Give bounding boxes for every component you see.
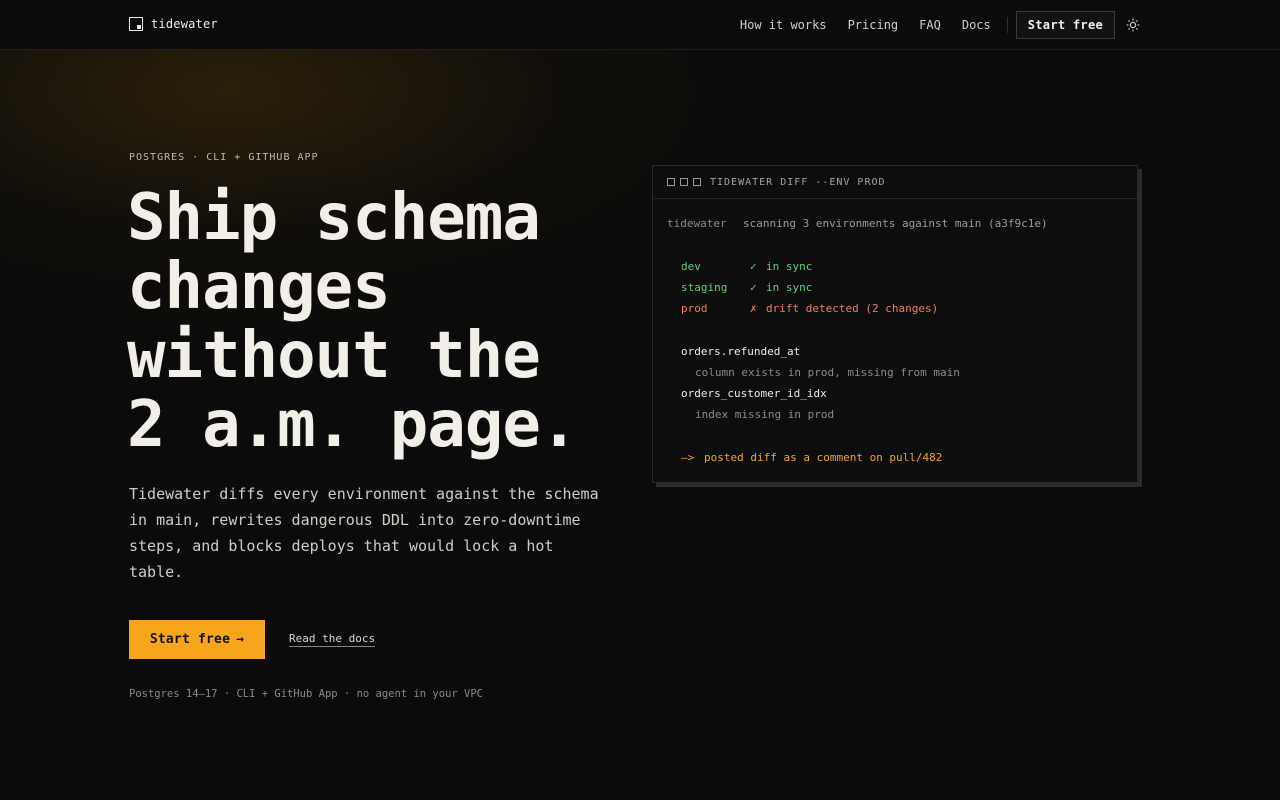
window-control-icon [693,178,701,186]
terminal-footer-text: posted diff as a comment on pull/482 [704,451,943,464]
nav-faq[interactable]: FAQ [919,11,941,39]
cross-icon: ✗ [750,302,757,315]
read-docs-link[interactable]: Read the docs [289,632,376,647]
start-free-label: Start free [149,632,231,647]
arrow-right-icon: → [236,632,245,647]
headline-line: 2 a.m. page. [127,388,578,462]
hero-description: Tidewater diffs every environment agains… [129,485,599,581]
hero-headline: Ship schema changes without the 2 a.m. p… [127,184,647,460]
headline-line: Ship schema [127,181,541,255]
env-name: dev [681,260,701,273]
sun-icon[interactable] [1126,18,1140,32]
nav-start-free-button[interactable]: Start free [1015,11,1115,39]
check-icon: ✓ [750,281,757,294]
hero-footnote: Postgres 14–17 · CLI + GitHub App · no a… [129,688,484,700]
change-detail: index missing in prod [695,408,835,421]
window-control-icon [680,178,688,186]
check-icon: ✓ [750,260,757,273]
nav-divider [1006,17,1008,33]
terminal-title: TIDEWATER DIFF --ENV PROD [710,176,886,188]
window-control-icon [667,178,675,186]
terminal-titlebar: TIDEWATER DIFF --ENV PROD [653,166,1137,199]
terminal-window: TIDEWATER DIFF --ENV PROD tidewater scan… [652,165,1138,483]
env-name: staging [681,281,728,294]
env-status: in sync [766,281,813,294]
nav-how-it-works[interactable]: How it works [740,11,827,39]
top-navigation: tidewater How it works Pricing FAQ Docs … [0,0,1280,50]
change-object: orders_customer_id_idx [681,387,827,400]
env-name: prod [681,302,708,315]
brand-link[interactable]: tidewater [129,17,218,31]
square-logo-icon [129,17,143,31]
arrow-icon: —> [681,451,695,464]
headline-line: without the [127,319,541,393]
headline-line: changes [127,250,391,324]
env-status: in sync [766,260,813,273]
scan-label: tidewater [667,217,727,230]
start-free-button[interactable]: Start free → [129,620,265,659]
change-detail: column exists in prod, missing from main [695,366,960,379]
env-status: drift detected (2 changes) [766,302,939,315]
nav-docs[interactable]: Docs [962,11,991,39]
scan-text: scanning 3 environments against main (a3… [743,217,1048,230]
hero-eyebrow: POSTGRES · CLI + GITHUB APP [129,152,319,163]
change-object: orders.refunded_at [681,345,801,358]
brand-name: tidewater [151,17,218,31]
nav-pricing[interactable]: Pricing [848,11,899,39]
main-nav: How it works Pricing FAQ Docs Start free [719,11,1140,39]
